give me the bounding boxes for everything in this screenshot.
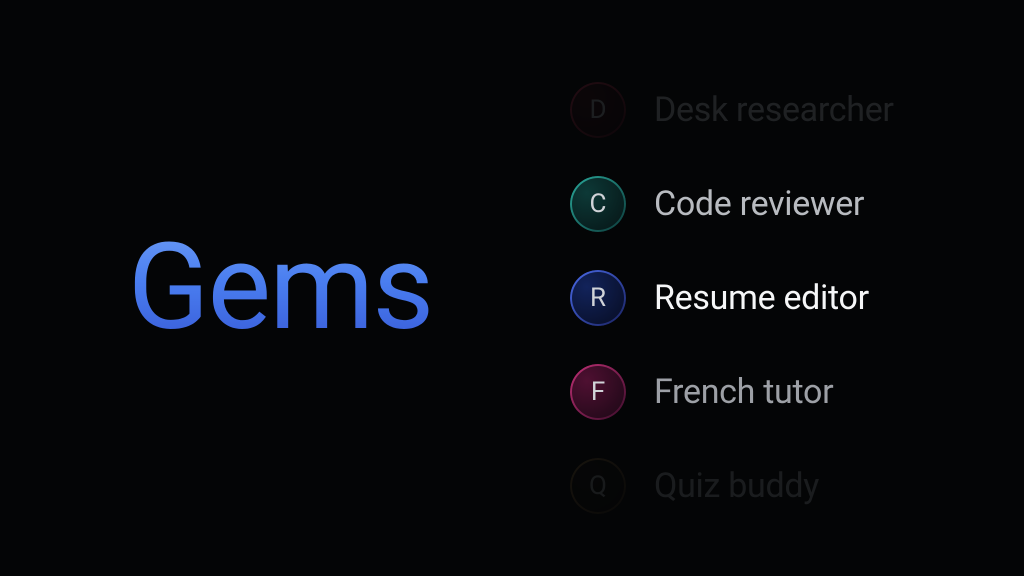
item-label: Desk researcher xyxy=(654,90,894,130)
badge-letter: Q xyxy=(589,471,607,501)
badge-letter: C xyxy=(590,189,607,219)
page-title: Gems xyxy=(128,218,433,358)
item-label: Quiz buddy xyxy=(654,466,819,506)
main-container: Gems D Desk researcher C Code reviewer R… xyxy=(0,0,1024,576)
item-label: Code reviewer xyxy=(654,184,864,224)
item-label: Resume editor xyxy=(654,278,869,318)
badge-icon: C xyxy=(570,176,626,232)
list-item-french-tutor[interactable]: F French tutor xyxy=(570,364,1024,420)
list-item-resume-editor[interactable]: R Resume editor xyxy=(570,270,1024,326)
badge-letter: F xyxy=(591,377,605,407)
badge-icon: D xyxy=(570,82,626,138)
badge-icon: Q xyxy=(570,458,626,514)
list-item-quiz-buddy[interactable]: Q Quiz buddy xyxy=(570,458,1024,514)
badge-icon: F xyxy=(570,364,626,420)
list-item-desk-researcher[interactable]: D Desk researcher xyxy=(570,82,1024,138)
badge-letter: D xyxy=(589,95,606,125)
badge-letter: R xyxy=(590,283,606,313)
gems-list: D Desk researcher C Code reviewer R Resu… xyxy=(560,62,1024,514)
badge-icon: R xyxy=(570,270,626,326)
list-item-code-reviewer[interactable]: C Code reviewer xyxy=(570,176,1024,232)
item-label: French tutor xyxy=(654,372,833,412)
title-section: Gems xyxy=(0,218,560,358)
